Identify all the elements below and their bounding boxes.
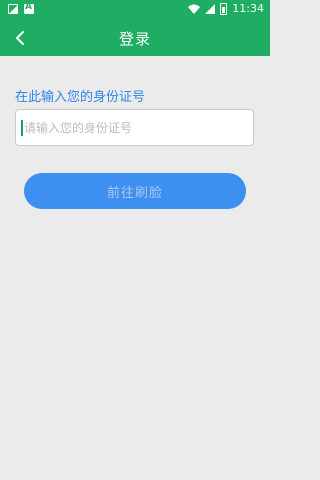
signal-icon bbox=[205, 3, 216, 14]
status-right: 11:34 bbox=[188, 2, 264, 15]
id-number-input[interactable] bbox=[16, 110, 253, 145]
status-time: 11:34 bbox=[232, 2, 264, 15]
app-bar: 登录 bbox=[0, 20, 270, 56]
page-title: 登录 bbox=[118, 30, 151, 48]
wifi-icon bbox=[188, 4, 201, 14]
status-left bbox=[8, 2, 34, 14]
id-number-field[interactable] bbox=[15, 109, 254, 146]
status-bar: 11:34 bbox=[0, 0, 270, 20]
image-icon bbox=[8, 4, 18, 14]
battery-icon bbox=[220, 2, 228, 15]
go-face-scan-button[interactable]: 前往刷脸 bbox=[24, 173, 246, 209]
id-number-label: 在此输入您的身份证号 bbox=[15, 90, 146, 105]
font-icon bbox=[24, 2, 34, 14]
